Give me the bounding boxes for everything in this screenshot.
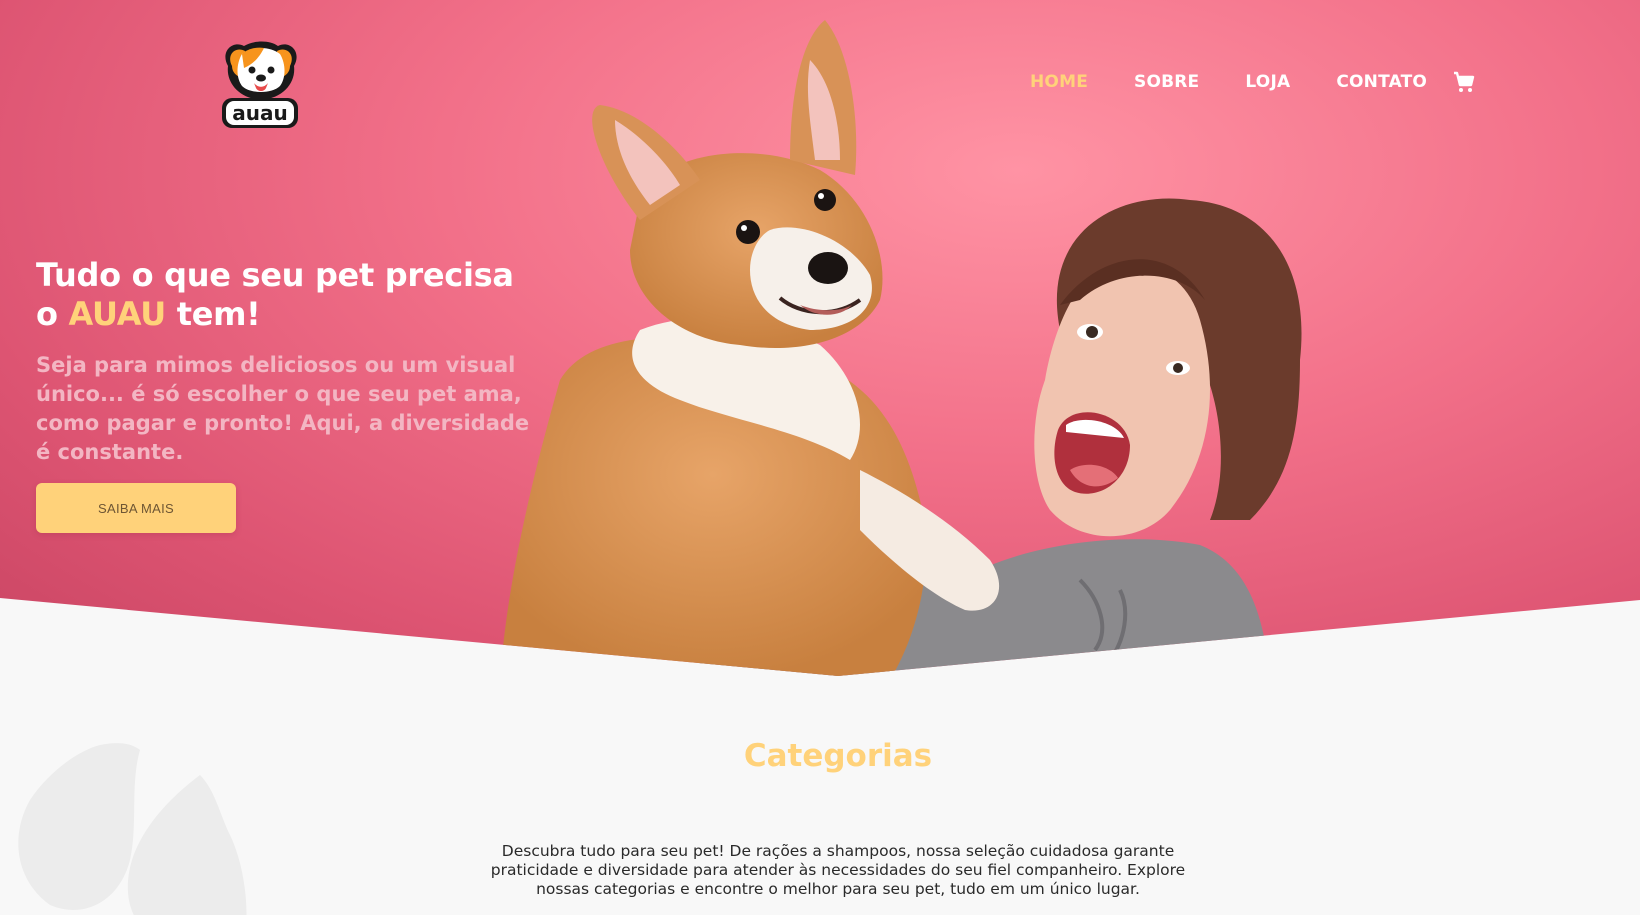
categories-title: Categorias xyxy=(743,738,933,774)
hero-section: auau HOME SOBRE LOJA CONTATO Tudo o que … xyxy=(0,0,1640,676)
hero-title: Tudo o que seu pet precisa o AUAU tem! xyxy=(36,256,556,334)
hero-title-brand: AUAU xyxy=(68,295,167,333)
page: auau HOME SOBRE LOJA CONTATO Tudo o que … xyxy=(0,0,1640,915)
nav-item-sobre[interactable]: SOBRE xyxy=(1134,72,1199,92)
categories-description: Descubra tudo para seu pet! De rações a … xyxy=(490,842,1186,898)
hero-title-prefix: o xyxy=(36,295,69,333)
hero-subtitle: Seja para mimos deliciosos ou um visual … xyxy=(36,353,530,464)
shopping-cart-icon[interactable] xyxy=(1452,70,1476,94)
logo-wordmark: auau xyxy=(232,101,287,125)
hero-title-suffix: tem! xyxy=(165,295,261,333)
main-nav: HOME SOBRE LOJA CONTATO xyxy=(1030,72,1473,92)
saiba-mais-button[interactable]: SAIBA MAIS xyxy=(36,483,236,533)
nav-item-loja[interactable]: LOJA xyxy=(1245,72,1290,92)
nav-item-contato[interactable]: CONTATO xyxy=(1336,72,1427,92)
auau-logo[interactable]: auau xyxy=(214,38,306,134)
nav-item-home[interactable]: HOME xyxy=(1030,72,1088,92)
hero-title-line1: Tudo o que seu pet precisa xyxy=(36,256,514,294)
